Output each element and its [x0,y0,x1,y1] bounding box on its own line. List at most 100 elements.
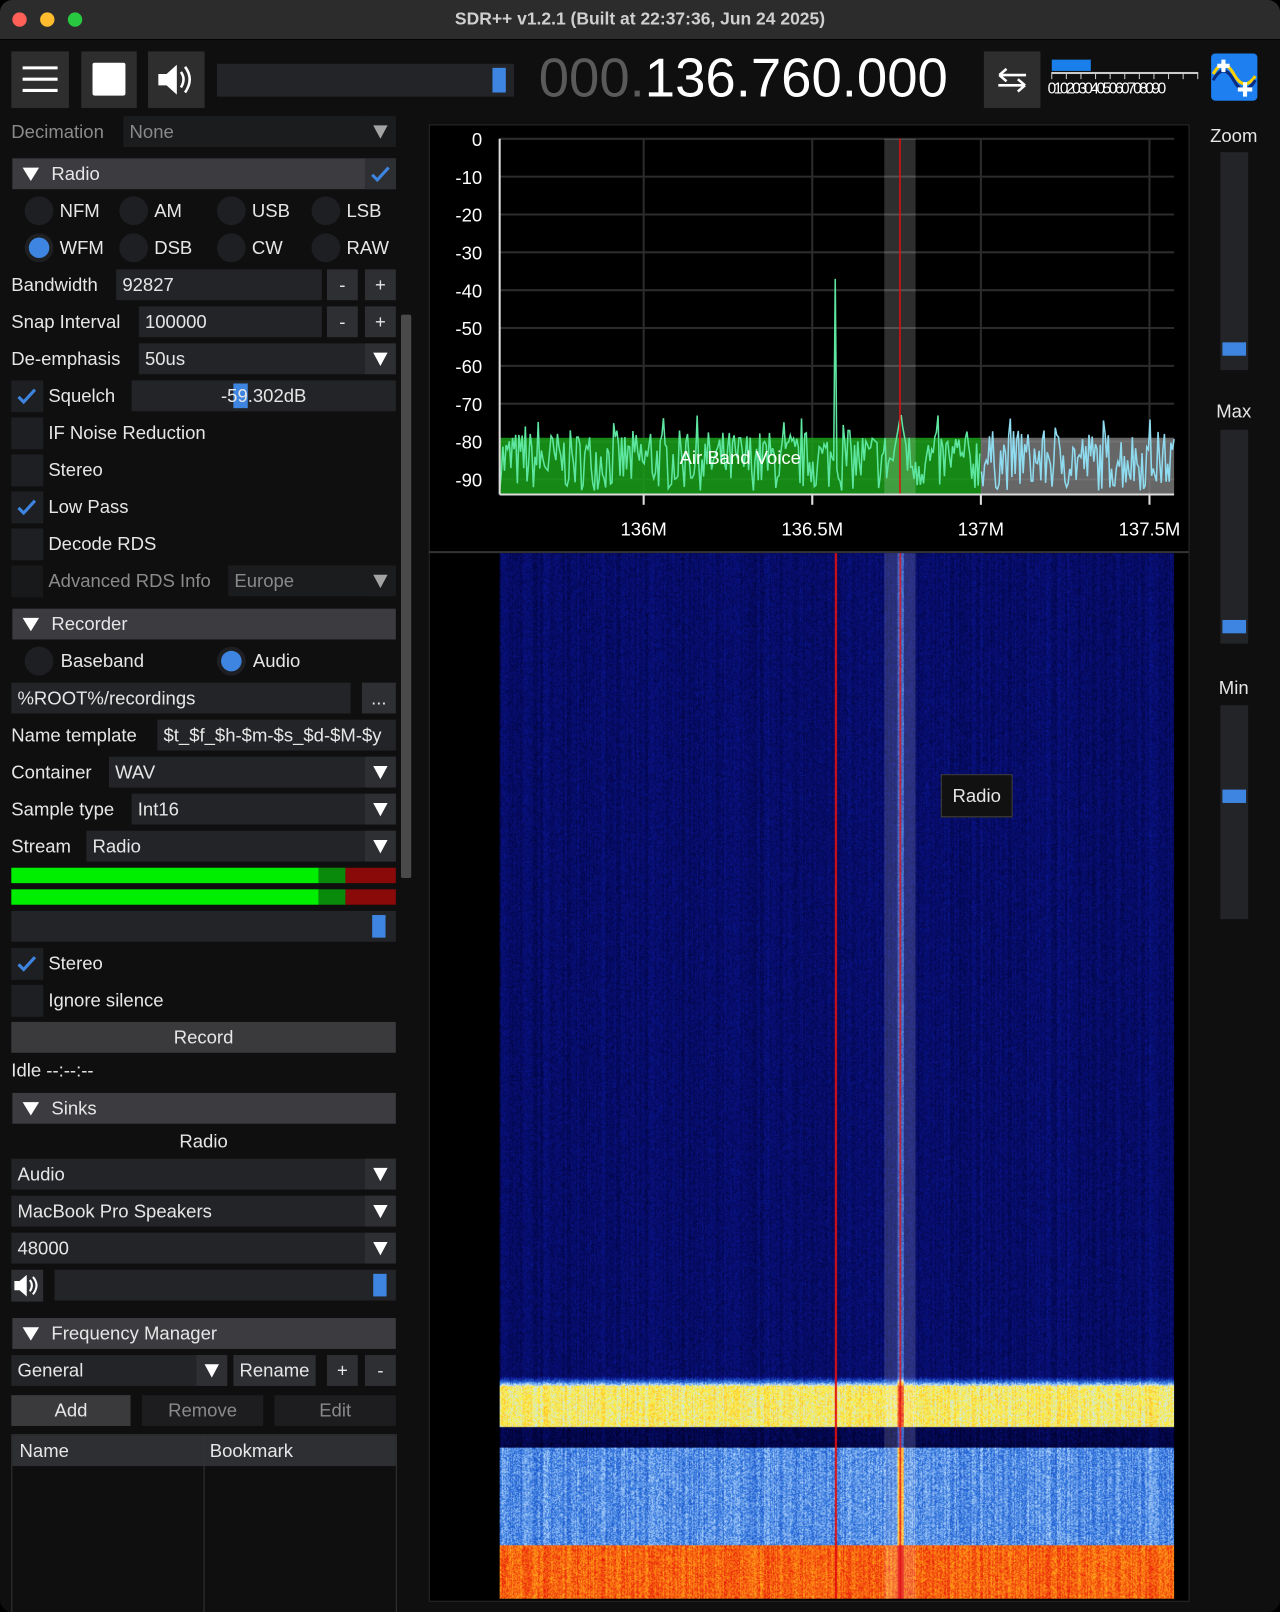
collapse-triangle-icon [22,167,40,181]
collapse-triangle-icon [22,617,40,632]
column-header-name[interactable]: Name [20,1435,69,1466]
sample-type-select[interactable]: Int16 [131,793,396,825]
add-bookmark-button[interactable]: Add [11,1395,131,1426]
meter-level-fill [11,889,319,905]
deemphasis-select[interactable]: 50us [138,343,396,375]
mode-radio-dsb[interactable] [119,233,149,263]
slider-handle[interactable] [1222,620,1247,634]
slider-handle[interactable] [1222,342,1247,356]
ignore-silence-checkbox[interactable] [11,984,44,1017]
y-tick-label: -10 [455,167,482,188]
mode-radio-wfm[interactable] [24,233,54,263]
bandwidth-value: 92827 [122,274,174,296]
mute-button[interactable] [148,51,205,108]
audio-radio[interactable] [216,646,246,676]
audio-label: Audio [252,650,301,672]
recorder-gain-slider[interactable] [11,910,396,942]
recorder-stereo-label: Stereo [48,953,103,974]
min-db-slider[interactable] [1220,705,1249,920]
browse-folder-button[interactable]: ... [361,682,396,714]
checkmark-icon [17,956,37,972]
rds-region-select[interactable]: Europe [228,565,396,597]
speaker-icon [158,64,191,95]
snr-meter: 0102030405060708090 [1048,58,1200,99]
samplerate-select[interactable]: 48000 [11,1232,396,1264]
baseband-radio[interactable] [24,646,54,676]
sink-volume-slider[interactable] [54,1269,396,1301]
waterfall[interactable] [499,553,1175,1599]
sinks-section-header[interactable]: Sinks [12,1092,396,1124]
mode-radio-usb[interactable] [216,196,246,226]
delete-list-button[interactable]: - [364,1355,396,1386]
menu-button[interactable] [11,51,69,108]
mode-radio-nfm[interactable] [24,196,54,226]
sinks-section-title: Sinks [51,1098,97,1119]
snap-increment-button[interactable]: + [364,306,396,338]
rename-list-button[interactable]: Rename [233,1355,316,1386]
if-noise-reduction-checkbox[interactable] [11,417,44,450]
bookmark-list-select[interactable]: General [11,1355,228,1386]
bookmark-list-value: General [17,1360,84,1381]
sink-mute-button[interactable] [11,1269,44,1302]
add-list-button[interactable]: + [326,1355,358,1386]
mode-label-raw: RAW [346,237,389,259]
mode-radio-raw[interactable] [311,233,341,263]
title-bar: SDR++ v1.2.1 (Built at 22:37:36, Jun 24 … [0,0,1280,41]
chevron-down-icon [364,116,396,148]
decode-rds-label: Decode RDS [48,533,157,555]
mode-radio-cw[interactable] [216,233,246,263]
bandwidth-input[interactable]: 92827 [116,269,322,301]
recorder-stereo-checkbox[interactable] [11,947,44,980]
bandwidth-decrement-button[interactable]: - [326,269,358,301]
frequency-digits[interactable]: 136.760.000 [645,48,948,109]
swap-tuning-mode-button[interactable] [983,51,1041,108]
remove-bookmark-button[interactable]: Remove [141,1395,264,1426]
squelch-checkbox[interactable] [11,380,44,413]
mode-radio-am[interactable] [119,196,149,226]
snap-decrement-button[interactable]: - [326,306,358,338]
collapse-triangle-icon [22,1102,40,1116]
x-tick-label: 136.5M [781,519,843,540]
mode-radio-lsb[interactable] [311,196,341,226]
zoom-slider[interactable] [1220,152,1249,371]
sink-type-select[interactable]: Audio [11,1158,396,1190]
snap-interval-label: Snap Interval [11,311,121,333]
master-volume-slider[interactable] [216,63,515,97]
decode-rds-checkbox[interactable] [11,528,44,561]
audio-device-select[interactable]: MacBook Pro Speakers [11,1195,396,1227]
max-db-slider[interactable] [1220,429,1249,644]
radio-section-header[interactable]: Radio [12,158,396,190]
radio-enable-checkbox[interactable] [364,158,396,190]
stream-select[interactable]: Radio [86,830,396,862]
mode-label-usb: USB [251,200,290,222]
recording-path-input[interactable]: %ROOT%/recordings [11,682,351,714]
sdrpp-logo[interactable] [1211,53,1258,101]
column-header-bookmark[interactable]: Bookmark [210,1435,293,1466]
edit-bookmark-button[interactable]: Edit [274,1395,396,1426]
sidebar-scrollbar[interactable] [400,314,412,879]
frequency-leading-digits[interactable]: 000. [539,48,645,109]
snap-interval-input[interactable]: 100000 [138,306,322,338]
slider-handle[interactable] [371,915,386,938]
advanced-rds-checkbox[interactable] [11,565,44,598]
low-pass-checkbox[interactable] [11,491,44,524]
stereo-checkbox[interactable] [11,454,44,487]
fft-spectrum-plot[interactable]: 0 -10 -20 -30 -40 -50 -60 -70 -80 -90 136M 136.5M 13… [429,124,1189,552]
frequency-display[interactable]: 000.136.760.000 [539,47,948,111]
container-value: WAV [115,761,156,783]
squelch-slider[interactable]: -59.302dB [131,380,396,412]
name-template-input[interactable]: $t_$f_$h-$m-$s_$d-$M-$y [157,719,396,751]
slider-handle[interactable] [372,1273,387,1297]
bandwidth-increment-button[interactable]: + [364,269,396,301]
frequency-manager-section-header[interactable]: Frequency Manager [12,1318,396,1349]
recorder-section-header[interactable]: Recorder [12,608,396,640]
checkmark-icon [17,388,37,405]
name-template-label: Name template [11,724,137,746]
decimation-select[interactable]: None [123,116,396,148]
slider-handle[interactable] [492,67,506,93]
container-select[interactable]: WAV [108,756,396,788]
slider-handle[interactable] [1222,789,1247,803]
stop-button[interactable] [81,51,137,108]
stop-icon [92,62,126,96]
record-button[interactable]: Record [11,1021,396,1053]
